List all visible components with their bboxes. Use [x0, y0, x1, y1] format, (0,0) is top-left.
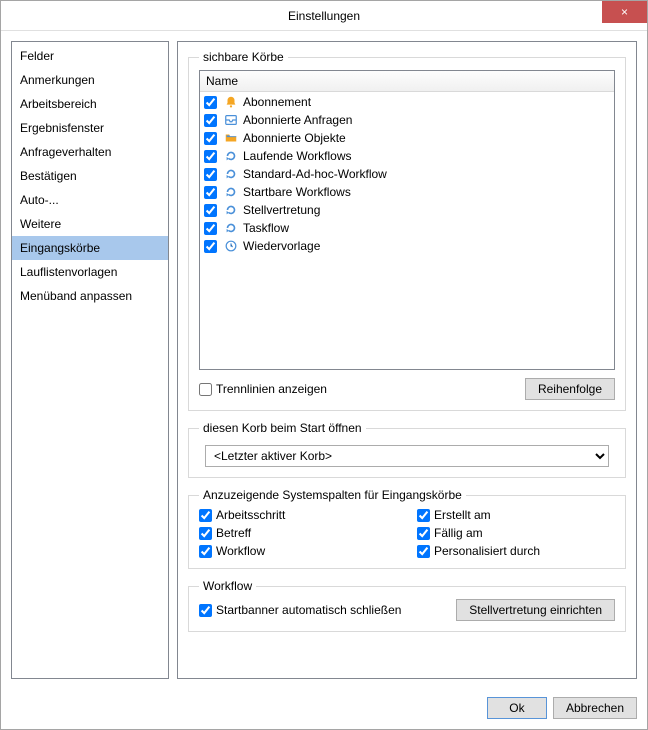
cycle-icon [223, 202, 239, 218]
system-column-checkbox[interactable]: Arbeitsschritt [199, 508, 397, 522]
sidebar-item[interactable]: Anfrageverhalten [12, 140, 168, 164]
sidebar-item[interactable]: Lauflistenvorlagen [12, 260, 168, 284]
show-separators-input[interactable] [199, 383, 212, 396]
basket-label: Laufende Workflows [243, 148, 352, 164]
show-separators-label: Trennlinien anzeigen [216, 382, 327, 396]
cycle-icon [223, 220, 239, 236]
visible-baskets-legend: sichbare Körbe [199, 50, 288, 64]
basket-label: Standard-Ad-hoc-Workflow [243, 166, 387, 182]
inbox-icon [223, 112, 239, 128]
show-separators-checkbox[interactable]: Trennlinien anzeigen [199, 382, 327, 396]
baskets-list-body: Abonnement Abonnierte Anfragen Abonnierte … [200, 92, 614, 369]
ok-button[interactable]: Ok [487, 697, 547, 719]
close-button[interactable]: × [602, 1, 647, 23]
system-column-input[interactable] [417, 545, 430, 558]
open-on-start-select[interactable]: <Letzter aktiver Korb> [205, 445, 609, 467]
close-icon: × [621, 5, 628, 19]
basket-checkbox[interactable] [204, 222, 217, 235]
titlebar: Einstellungen × [1, 1, 647, 31]
system-column-input[interactable] [199, 545, 212, 558]
system-columns-legend: Anzuzeigende Systemspalten für Eingangsk… [199, 488, 466, 502]
system-column-label: Arbeitsschritt [216, 508, 285, 522]
system-column-label: Betreff [216, 526, 251, 540]
workflow-legend: Workflow [199, 579, 256, 593]
list-item[interactable]: Abonnement [204, 93, 610, 111]
sidebar: FelderAnmerkungenArbeitsbereichErgebnisf… [11, 41, 169, 679]
basket-label: Abonnierte Objekte [243, 130, 346, 146]
main-panel: sichbare Körbe Name Abonnement Abonnierte… [177, 41, 637, 679]
list-item[interactable]: Startbare Workflows [204, 183, 610, 201]
folder-icon [223, 130, 239, 146]
system-column-label: Erstellt am [434, 508, 491, 522]
basket-checkbox[interactable] [204, 186, 217, 199]
system-columns-group: Anzuzeigende Systemspalten für Eingangsk… [188, 488, 626, 569]
system-column-input[interactable] [417, 527, 430, 540]
baskets-listview[interactable]: Name Abonnement Abonnierte Anfragen Abonni… [199, 70, 615, 370]
auto-close-banner-input[interactable] [199, 604, 212, 617]
clock-icon [223, 238, 239, 254]
basket-checkbox[interactable] [204, 150, 217, 163]
settings-window: Einstellungen × FelderAnmerkungenArbeits… [0, 0, 648, 730]
cycle-icon [223, 148, 239, 164]
list-item[interactable]: Stellvertretung [204, 201, 610, 219]
basket-label: Startbare Workflows [243, 184, 351, 200]
baskets-column-header[interactable]: Name [200, 71, 614, 92]
system-column-checkbox[interactable]: Personalisiert durch [417, 544, 615, 558]
cycle-icon [223, 184, 239, 200]
sidebar-item[interactable]: Eingangskörbe [12, 236, 168, 260]
system-column-input[interactable] [199, 509, 212, 522]
basket-label: Wiedervorlage [243, 238, 320, 254]
basket-checkbox[interactable] [204, 168, 217, 181]
cycle-icon [223, 166, 239, 182]
system-column-checkbox[interactable]: Workflow [199, 544, 397, 558]
auto-close-banner-label: Startbanner automatisch schließen [216, 603, 401, 617]
list-item[interactable]: Abonnierte Anfragen [204, 111, 610, 129]
sidebar-item[interactable]: Anmerkungen [12, 68, 168, 92]
basket-label: Abonnierte Anfragen [243, 112, 352, 128]
content-area: FelderAnmerkungenArbeitsbereichErgebnisf… [1, 31, 647, 689]
system-column-input[interactable] [417, 509, 430, 522]
basket-checkbox[interactable] [204, 132, 217, 145]
list-item[interactable]: Laufende Workflows [204, 147, 610, 165]
dialog-footer: Ok Abbrechen [1, 689, 647, 729]
sidebar-item[interactable]: Bestätigen [12, 164, 168, 188]
system-column-label: Fällig am [434, 526, 483, 540]
basket-label: Taskflow [243, 220, 289, 236]
list-item[interactable]: Abonnierte Objekte [204, 129, 610, 147]
basket-checkbox[interactable] [204, 96, 217, 109]
order-button[interactable]: Reihenfolge [525, 378, 615, 400]
system-column-checkbox[interactable]: Erstellt am [417, 508, 615, 522]
system-column-label: Personalisiert durch [434, 544, 540, 558]
workflow-group: Workflow Startbanner automatisch schließ… [188, 579, 626, 632]
bell-icon [223, 94, 239, 110]
list-item[interactable]: Standard-Ad-hoc-Workflow [204, 165, 610, 183]
basket-label: Stellvertretung [243, 202, 320, 218]
sidebar-item[interactable]: Arbeitsbereich [12, 92, 168, 116]
auto-close-banner-checkbox[interactable]: Startbanner automatisch schließen [199, 603, 401, 617]
list-item[interactable]: Taskflow [204, 219, 610, 237]
system-column-checkbox[interactable]: Fällig am [417, 526, 615, 540]
basket-checkbox[interactable] [204, 204, 217, 217]
sidebar-item[interactable]: Menüband anpassen [12, 284, 168, 308]
system-columns-grid: Arbeitsschritt Erstellt am Betreff Fällig a… [199, 508, 615, 558]
open-on-start-group: diesen Korb beim Start öffnen <Letzter a… [188, 421, 626, 478]
system-column-label: Workflow [216, 544, 265, 558]
list-item[interactable]: Wiedervorlage [204, 237, 610, 255]
system-column-checkbox[interactable]: Betreff [199, 526, 397, 540]
sidebar-item[interactable]: Auto-... [12, 188, 168, 212]
open-on-start-legend: diesen Korb beim Start öffnen [199, 421, 366, 435]
sidebar-item[interactable]: Weitere [12, 212, 168, 236]
basket-checkbox[interactable] [204, 114, 217, 127]
sidebar-item[interactable]: Felder [12, 44, 168, 68]
sidebar-item[interactable]: Ergebnisfenster [12, 116, 168, 140]
system-column-input[interactable] [199, 527, 212, 540]
basket-label: Abonnement [243, 94, 311, 110]
cancel-button[interactable]: Abbrechen [553, 697, 637, 719]
visible-baskets-group: sichbare Körbe Name Abonnement Abonnierte… [188, 50, 626, 411]
basket-checkbox[interactable] [204, 240, 217, 253]
window-title: Einstellungen [288, 9, 360, 23]
setup-delegation-button[interactable]: Stellvertretung einrichten [456, 599, 615, 621]
